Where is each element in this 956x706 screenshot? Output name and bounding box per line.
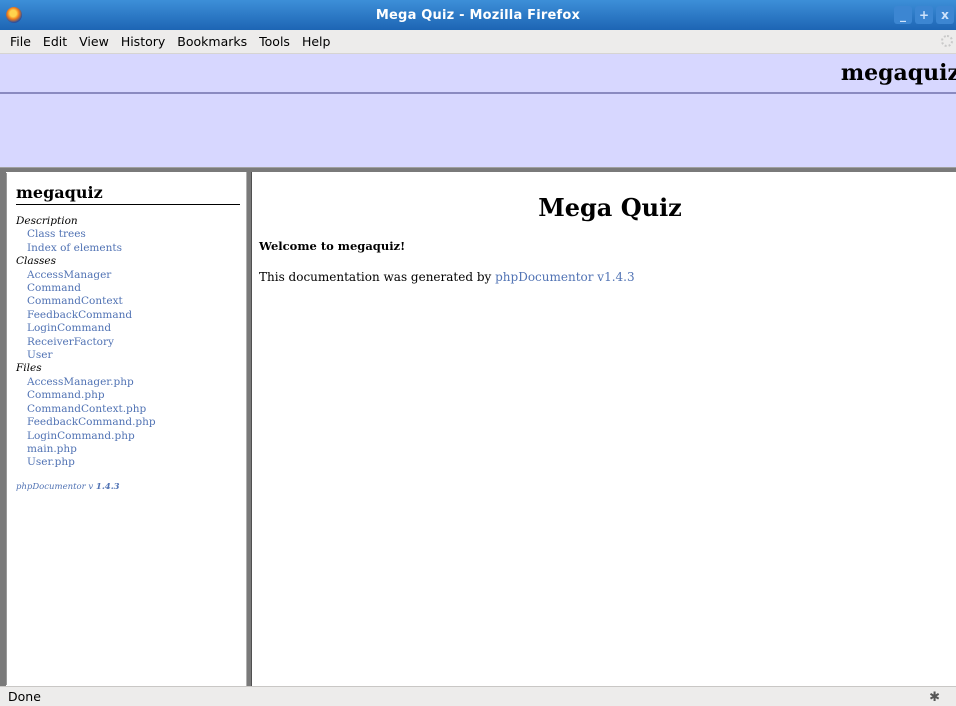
- header-title: megaquiz: [840, 60, 956, 86]
- window-controls: _ + x: [894, 6, 954, 24]
- link-file[interactable]: FeedbackCommand.php: [16, 416, 246, 429]
- section-heading-files: Files: [16, 362, 42, 375]
- menu-edit[interactable]: Edit: [37, 34, 73, 49]
- phpdocumentor-footer-link[interactable]: phpDocumentor v 1.4.3: [16, 482, 246, 492]
- close-button[interactable]: x: [936, 6, 954, 24]
- section-heading-classes: Classes: [16, 255, 57, 268]
- link-class[interactable]: User: [16, 349, 246, 362]
- link-file[interactable]: LoginCommand.php: [16, 430, 246, 443]
- welcome-text: Welcome to megaquiz!: [259, 239, 406, 253]
- footer-prefix: phpDocumentor v: [16, 481, 96, 492]
- status-bar: Done ✱: [0, 686, 956, 706]
- menu-history[interactable]: History: [115, 34, 171, 49]
- menu-bar: File Edit View History Bookmarks Tools H…: [0, 30, 956, 54]
- content-frame: Mega Quiz Welcome to megaquiz! This docu…: [252, 173, 956, 685]
- footer-version: 1.4.3: [95, 481, 120, 492]
- phpdocumentor-link[interactable]: phpDocumentor v1.4.3: [495, 270, 635, 284]
- menu-bookmarks[interactable]: Bookmarks: [171, 34, 253, 49]
- minimize-button[interactable]: _: [894, 6, 912, 24]
- link-index-of-elements[interactable]: Index of elements: [16, 242, 246, 255]
- header-title-bar: megaquiz: [0, 54, 956, 94]
- link-class[interactable]: CommandContext: [16, 295, 246, 308]
- link-class[interactable]: Command: [16, 282, 246, 295]
- link-class-trees[interactable]: Class trees: [16, 228, 246, 241]
- firefox-icon[interactable]: [6, 7, 22, 23]
- link-file[interactable]: CommandContext.php: [16, 403, 246, 416]
- link-class[interactable]: FeedbackCommand: [16, 309, 246, 322]
- link-class[interactable]: LoginCommand: [16, 322, 246, 335]
- menu-view[interactable]: View: [73, 34, 115, 49]
- link-class[interactable]: AccessManager: [16, 269, 246, 282]
- resize-grip-icon: ✱: [929, 690, 940, 705]
- generated-by-text: This documentation was generated by phpD…: [259, 270, 635, 284]
- link-class[interactable]: ReceiverFactory: [16, 336, 246, 349]
- link-file[interactable]: main.php: [16, 443, 246, 456]
- header-frame: megaquiz: [0, 54, 956, 169]
- page-title: Mega Quiz: [538, 193, 682, 222]
- link-file[interactable]: User.php: [16, 456, 246, 469]
- package-title: megaquiz: [16, 183, 240, 205]
- section-heading-description: Description: [16, 215, 78, 227]
- menu-file[interactable]: File: [4, 34, 37, 49]
- window-title: Mega Quiz - Mozilla Firefox: [375, 7, 581, 23]
- generated-prefix: This documentation was generated by: [259, 270, 496, 284]
- maximize-button[interactable]: +: [915, 6, 933, 24]
- status-text: Done: [8, 689, 41, 704]
- link-file[interactable]: AccessManager.php: [16, 376, 246, 389]
- sidebar-frame: megaquiz Description Class trees Index o…: [6, 173, 246, 685]
- window-titlebar: Mega Quiz - Mozilla Firefox _ + x: [0, 0, 956, 30]
- frame-border-horizontal[interactable]: [0, 167, 956, 172]
- menu-tools[interactable]: Tools: [253, 34, 296, 49]
- menu-help[interactable]: Help: [296, 34, 337, 49]
- throbber-icon: [941, 35, 953, 47]
- sidebar-nav: Description Class trees Index of element…: [16, 215, 246, 470]
- link-file[interactable]: Command.php: [16, 389, 246, 402]
